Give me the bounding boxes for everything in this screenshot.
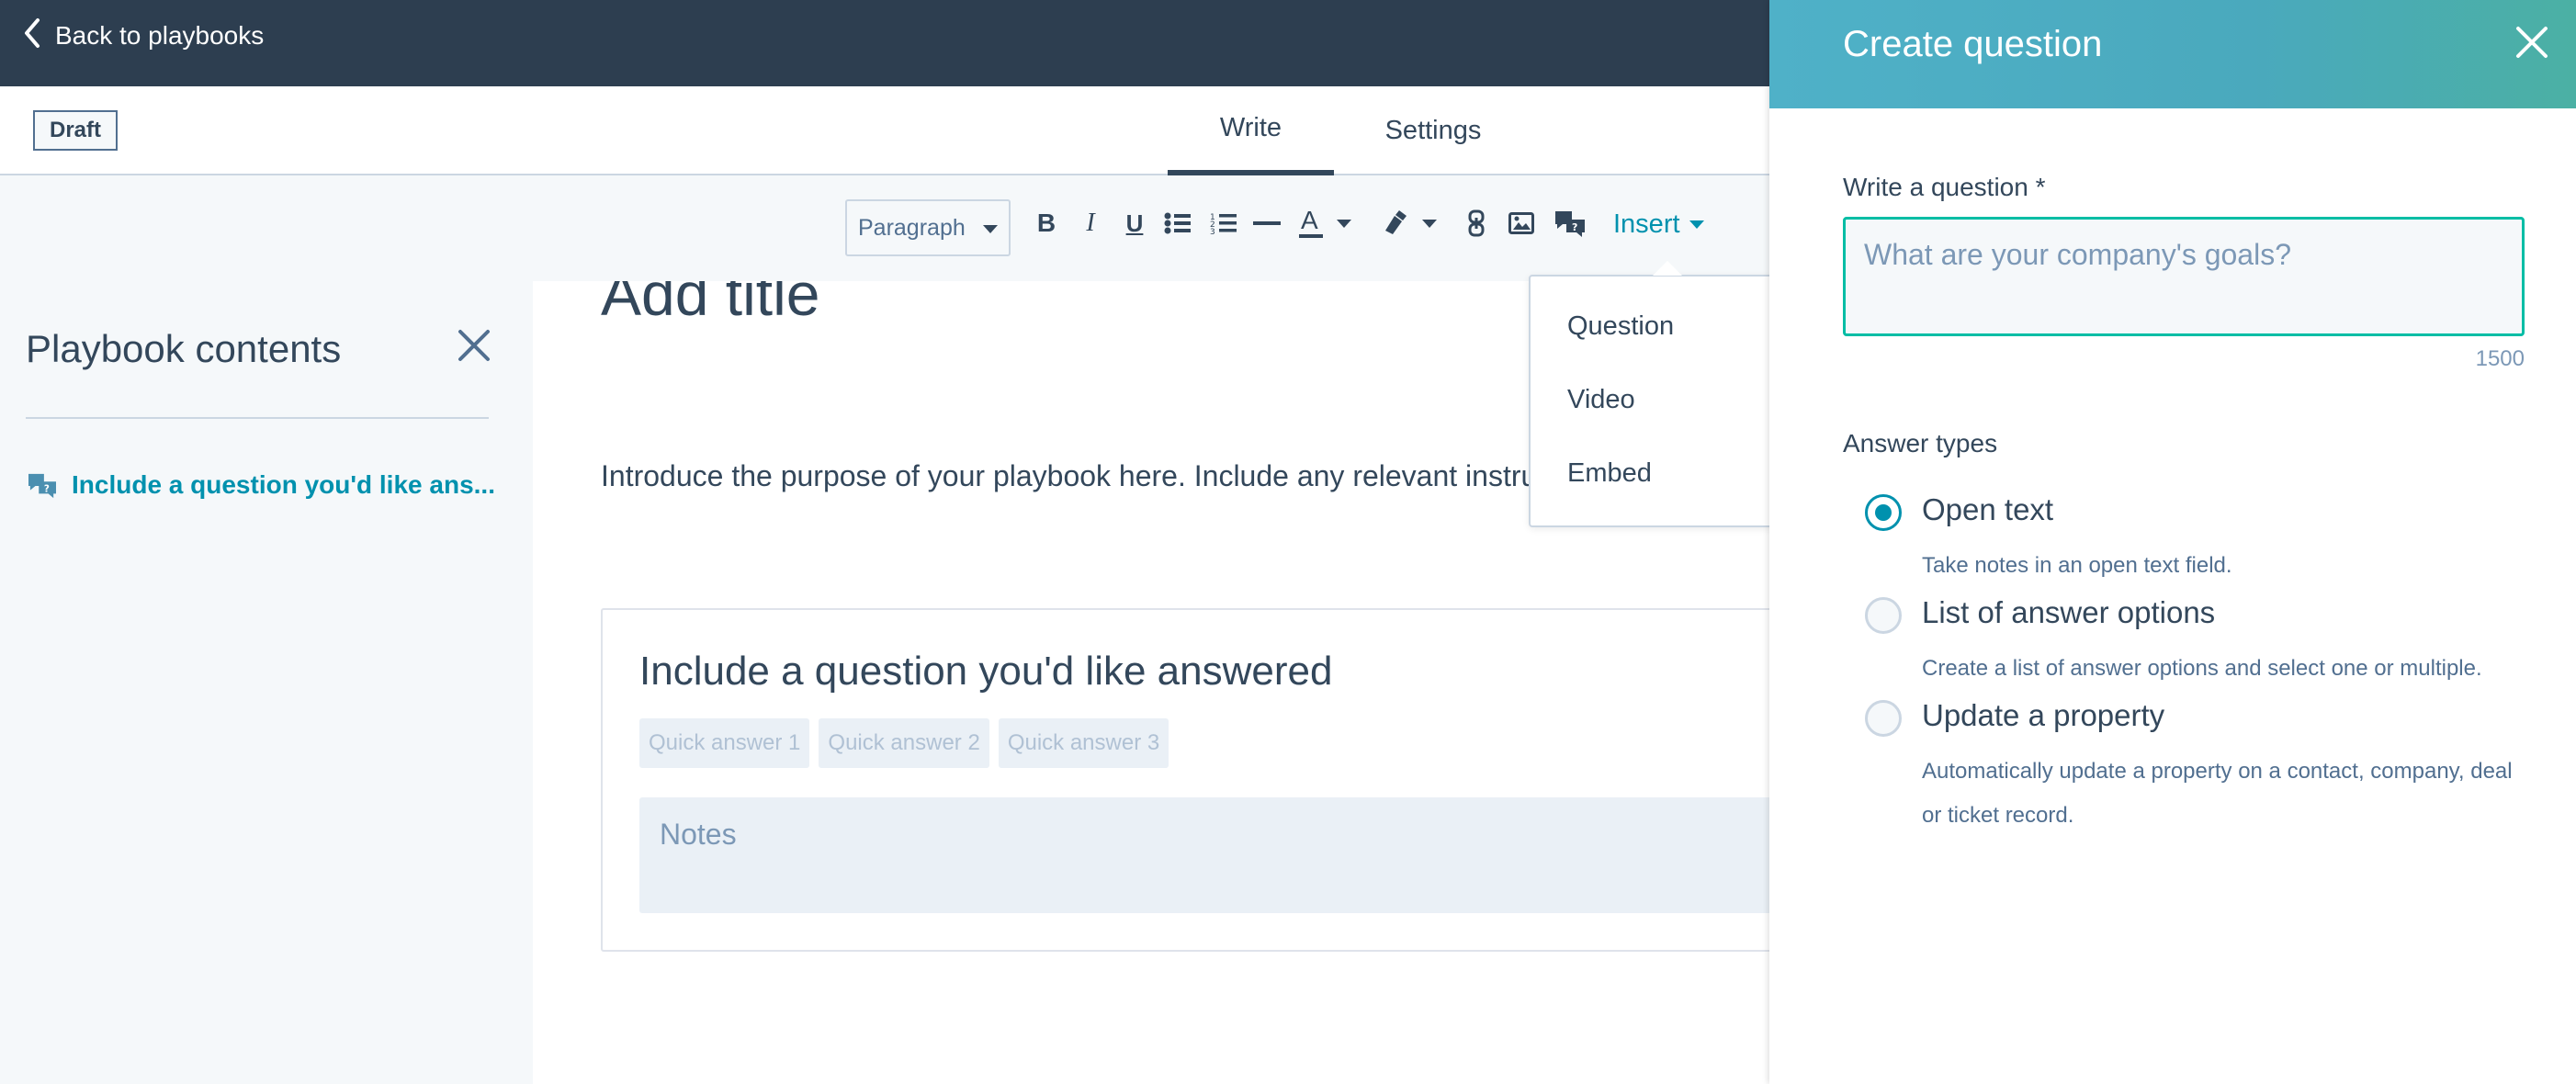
notes-placeholder: Notes — [660, 818, 737, 851]
bulleted-list-button[interactable] — [1161, 201, 1194, 245]
quick-answer-chip[interactable]: Quick answer 3 — [998, 718, 1169, 768]
chevron-down-icon — [1422, 219, 1437, 228]
radio-button-selected[interactable] — [1865, 494, 1902, 531]
svg-text:A: A — [1301, 207, 1318, 234]
panel-title: Create question — [1843, 24, 2103, 64]
create-question-panel: Create question Write a question * 1500 … — [1769, 0, 2576, 1084]
question-icon: ? — [1555, 211, 1585, 237]
bulleted-list-icon — [1164, 212, 1191, 234]
answer-type-description: Take notes in an open text field. — [1922, 553, 2232, 578]
paragraph-style-value: Paragraph — [858, 214, 966, 241]
underline-icon: U — [1125, 209, 1144, 237]
underline-button[interactable]: U — [1121, 201, 1148, 245]
insert-dropdown-menu: Question Video Embed — [1529, 275, 1795, 527]
radio-button[interactable] — [1865, 597, 1902, 634]
tab-write[interactable]: Write — [1168, 86, 1334, 175]
tab-settings[interactable]: Settings — [1365, 86, 1501, 175]
back-to-playbooks-link[interactable]: Back to playbooks — [22, 0, 264, 72]
close-sidebar-button[interactable] — [456, 327, 492, 364]
playbook-contents-sidebar: Playbook contents ? Include a question y… — [0, 281, 533, 1084]
svg-text:3: 3 — [1210, 228, 1215, 235]
chevron-down-icon — [1689, 220, 1704, 229]
sidebar-item-label: Include a question you'd like ans... — [72, 470, 495, 499]
panel-header: Create question — [1769, 0, 2576, 108]
bold-button[interactable]: B — [1033, 201, 1060, 245]
tabs-bar: Draft Write Settings — [0, 86, 1769, 175]
image-icon — [1508, 212, 1534, 234]
close-icon — [458, 330, 490, 361]
chevron-down-icon — [1337, 219, 1351, 228]
close-icon — [2516, 27, 2548, 58]
chevron-down-icon — [983, 225, 998, 233]
back-link-label: Back to playbooks — [55, 21, 265, 50]
insert-question-button[interactable]: ? — [1551, 201, 1589, 245]
answer-type-title: List of answer options — [1922, 595, 2216, 629]
highlight-button[interactable] — [1378, 201, 1441, 245]
sidebar-title: Playbook contents — [26, 327, 342, 370]
svg-text:?: ? — [44, 484, 50, 495]
numbered-list-icon: 123 — [1210, 213, 1237, 235]
link-button[interactable] — [1461, 201, 1492, 245]
question-field-label: Write a question * — [1843, 173, 2046, 201]
italic-button[interactable]: I — [1077, 201, 1104, 245]
link-icon — [1468, 209, 1485, 237]
close-panel-button[interactable] — [2514, 24, 2550, 61]
insert-menu-item-question[interactable]: Question — [1567, 311, 1674, 342]
highlight-icon — [1385, 210, 1407, 234]
question-input[interactable] — [1843, 217, 2525, 336]
answer-types-label: Answer types — [1843, 429, 1998, 457]
radio-button[interactable] — [1865, 700, 1902, 737]
svg-text:?: ? — [1572, 221, 1577, 233]
question-icon: ? — [28, 473, 56, 499]
text-color-icon: A — [1299, 207, 1323, 238]
character-count: 1500 — [2475, 346, 2525, 371]
notes-field[interactable]: Notes — [639, 797, 1769, 913]
sidebar-item-question[interactable]: ? Include a question you'd like ans... — [26, 470, 495, 500]
quick-answer-chip[interactable]: Quick answer 2 — [819, 718, 989, 768]
chevron-left-icon — [22, 17, 42, 55]
editor-toolbar: Paragraph B I U 123 A ? Insert — [0, 175, 1769, 281]
insert-menu-button[interactable]: Insert — [1613, 201, 1704, 247]
insert-button-label: Insert — [1613, 209, 1680, 239]
numbered-list-button[interactable]: 123 — [1207, 201, 1240, 245]
horizontal-rule-icon — [1253, 221, 1281, 225]
insert-menu-item-video[interactable]: Video — [1567, 385, 1635, 415]
image-button[interactable] — [1503, 201, 1540, 245]
answer-type-description: Create a list of answer options and sele… — [1922, 656, 2482, 681]
quick-answer-chip[interactable]: Quick answer 1 — [639, 718, 810, 768]
answer-type-title: Update a property — [1922, 698, 2165, 732]
answer-type-description: Automatically update a property on a con… — [1922, 759, 2513, 828]
top-bar: Back to playbooks — [0, 0, 1769, 86]
insert-menu-item-embed[interactable]: Embed — [1567, 458, 1652, 489]
bold-icon: B — [1036, 209, 1056, 237]
question-card[interactable]: Include a question you'd like answered Q… — [601, 608, 1769, 952]
quick-answers: Quick answer 1 Quick answer 2 Quick answ… — [639, 718, 1169, 768]
horizontal-rule-button[interactable] — [1251, 201, 1282, 245]
answer-type-title: Open text — [1922, 492, 2054, 526]
status-badge: Draft — [33, 110, 119, 151]
text-color-button[interactable]: A — [1295, 201, 1354, 245]
dropdown-arrow — [1653, 261, 1682, 276]
intro-paragraph[interactable]: Introduce the purpose of your playbook h… — [601, 459, 1537, 493]
italic-icon: I — [1086, 209, 1095, 237]
sidebar-divider — [26, 417, 489, 419]
title-input[interactable]: Add title — [601, 281, 819, 329]
question-card-title: Include a question you'd like answered — [639, 649, 1333, 694]
paragraph-style-select[interactable]: Paragraph — [845, 199, 1011, 256]
